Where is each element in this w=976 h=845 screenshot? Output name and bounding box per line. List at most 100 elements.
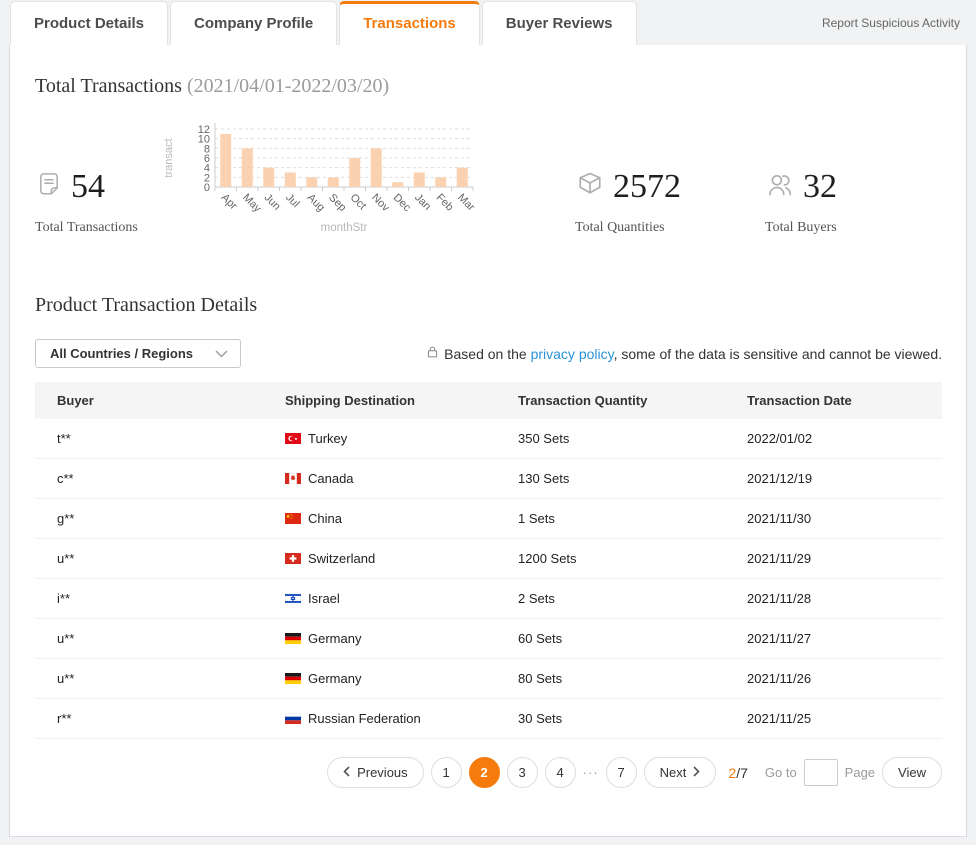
column-header-shipping-destination: Shipping Destination	[285, 393, 518, 408]
shipping-destination-cell: Switzerland	[285, 551, 518, 566]
page-button-1[interactable]: 1	[431, 757, 462, 788]
country-name: Germany	[308, 631, 361, 646]
page-button-7[interactable]: 7	[606, 757, 637, 788]
total-transactions-title: Total Transactions (2021/04/01-2022/03/2…	[10, 45, 966, 98]
transaction-quantity-cell: 60 Sets	[518, 631, 747, 646]
svg-text:Jun: Jun	[262, 192, 283, 213]
tab-buyer-reviews[interactable]: Buyer Reviews	[482, 1, 637, 45]
svg-text:transact: transact	[163, 138, 175, 177]
flag-cn-icon	[285, 513, 301, 524]
transaction-quantity-cell: 1200 Sets	[518, 551, 747, 566]
filter-row: All Countries / Regions Based on the pri…	[35, 339, 942, 368]
transaction-quantity-cell: 350 Sets	[518, 431, 747, 446]
transaction-date-cell: 2021/12/19	[747, 471, 942, 486]
transaction-date-cell: 2021/11/28	[747, 591, 942, 606]
previous-button[interactable]: Previous	[327, 757, 424, 788]
svg-text:Jul: Jul	[283, 192, 301, 210]
tab-company-profile[interactable]: Company Profile	[170, 1, 337, 45]
total-transactions-label: Total Transactions	[35, 220, 138, 236]
country-filter-dropdown[interactable]: All Countries / Regions	[35, 339, 241, 368]
svg-text:Mar: Mar	[455, 192, 477, 214]
table-row: r** Russian Federation 30 Sets 2021/11/2…	[35, 699, 942, 739]
shipping-destination-cell: Germany	[285, 671, 518, 686]
table-row: u** Switzerland 1200 Sets 2021/11/29	[35, 539, 942, 579]
stat-total-buyers: 32 Total Buyers	[765, 168, 837, 236]
buyer-cell: g**	[57, 511, 285, 526]
tab-transactions[interactable]: Transactions	[339, 1, 480, 45]
privacy-policy-link[interactable]: privacy policy	[531, 346, 614, 362]
country-name: Russian Federation	[308, 711, 421, 726]
country-name: Germany	[308, 671, 361, 686]
buyer-cell: c**	[57, 471, 285, 486]
stat-total-quantities: 2572 Total Quantities	[575, 168, 681, 236]
table-row: u** Germany 80 Sets 2021/11/26	[35, 659, 942, 699]
flag-tr-icon	[285, 433, 301, 444]
svg-text:Oct: Oct	[348, 192, 369, 213]
chevron-right-icon	[693, 765, 700, 780]
stat-total-transactions: 54 Total Transactions	[35, 168, 138, 236]
page-button-3[interactable]: 3	[507, 757, 538, 788]
page-buttons: 1234···7	[431, 757, 637, 788]
page-label: Page	[845, 765, 875, 780]
report-suspicious-activity-link[interactable]: Report Suspicious Activity	[822, 16, 960, 30]
goto-label: Go to	[765, 765, 797, 780]
svg-text:Jan: Jan	[412, 192, 433, 213]
country-name: Turkey	[308, 431, 347, 446]
tab-bar: Product Details Company Profile Transact…	[0, 0, 976, 45]
page-indicator: 2/7	[728, 765, 747, 781]
buyer-cell: u**	[57, 671, 285, 686]
flag-de-icon	[285, 673, 301, 684]
country-name: Canada	[308, 471, 354, 486]
shipping-destination-cell: Germany	[285, 631, 518, 646]
transaction-date-cell: 2021/11/27	[747, 631, 942, 646]
view-button[interactable]: View	[882, 757, 942, 788]
page-button-4[interactable]: 4	[545, 757, 576, 788]
box-icon	[575, 170, 605, 205]
transaction-date-cell: 2021/11/30	[747, 511, 942, 526]
svg-text:12: 12	[198, 124, 210, 136]
summary-band: transact024681012AprMayJunJulAugSepOctNo…	[10, 98, 966, 278]
table-header-row: Buyer Shipping Destination Transaction Q…	[35, 382, 942, 419]
buyer-cell: u**	[57, 631, 285, 646]
privacy-note-text: Based on the privacy policy, some of the…	[444, 346, 942, 362]
buyer-cell: t**	[57, 431, 285, 446]
svg-text:Aug: Aug	[305, 192, 327, 214]
table-row: u** Germany 60 Sets 2021/11/27	[35, 619, 942, 659]
total-transactions-value: 54	[71, 168, 105, 206]
column-header-transaction-date: Transaction Date	[747, 393, 942, 408]
next-button[interactable]: Next	[644, 757, 717, 788]
page-button-2[interactable]: 2	[469, 757, 500, 788]
transaction-quantity-cell: 2 Sets	[518, 591, 747, 606]
privacy-note: Based on the privacy policy, some of the…	[426, 345, 942, 362]
goto-page-input[interactable]	[804, 759, 838, 786]
flag-ch-icon	[285, 553, 301, 564]
shipping-destination-cell: Turkey	[285, 431, 518, 446]
tab-product-details[interactable]: Product Details	[10, 1, 168, 45]
total-quantities-value: 2572	[613, 168, 681, 206]
svg-text:Feb: Feb	[434, 192, 456, 214]
total-transactions-heading: Total Transactions	[35, 75, 182, 97]
monthly-transactions-bar-chart: transact024681012AprMayJunJulAugSepOctNo…	[158, 107, 488, 246]
table-row: t** Turkey 350 Sets 2022/01/02	[35, 419, 942, 459]
flag-il-icon	[285, 593, 301, 604]
date-range: (2021/04/01-2022/03/20)	[187, 75, 389, 97]
transactions-page: Product Details Company Profile Transact…	[0, 0, 976, 845]
svg-text:Nov: Nov	[369, 192, 392, 215]
table-body: t** Turkey 350 Sets 2022/01/02 c** Canad…	[35, 419, 942, 739]
flag-ca-icon	[285, 473, 301, 484]
column-header-buyer: Buyer	[57, 393, 285, 408]
buyer-cell: r**	[57, 711, 285, 726]
table-row: g** China 1 Sets 2021/11/30	[35, 499, 942, 539]
chevron-down-icon	[215, 346, 228, 361]
transaction-date-cell: 2021/11/29	[747, 551, 942, 566]
transaction-quantity-cell: 130 Sets	[518, 471, 747, 486]
product-transaction-details-title: Product Transaction Details	[35, 294, 966, 317]
country-filter-value: All Countries / Regions	[50, 346, 193, 361]
chevron-left-icon	[343, 765, 350, 780]
country-name: Israel	[308, 591, 340, 606]
transaction-quantity-cell: 1 Sets	[518, 511, 747, 526]
pagination: Previous 1234···7 Next 2/7 Go to Page Vi…	[10, 757, 942, 788]
transaction-date-cell: 2021/11/26	[747, 671, 942, 686]
country-name: Switzerland	[308, 551, 375, 566]
svg-text:Apr: Apr	[219, 192, 240, 213]
